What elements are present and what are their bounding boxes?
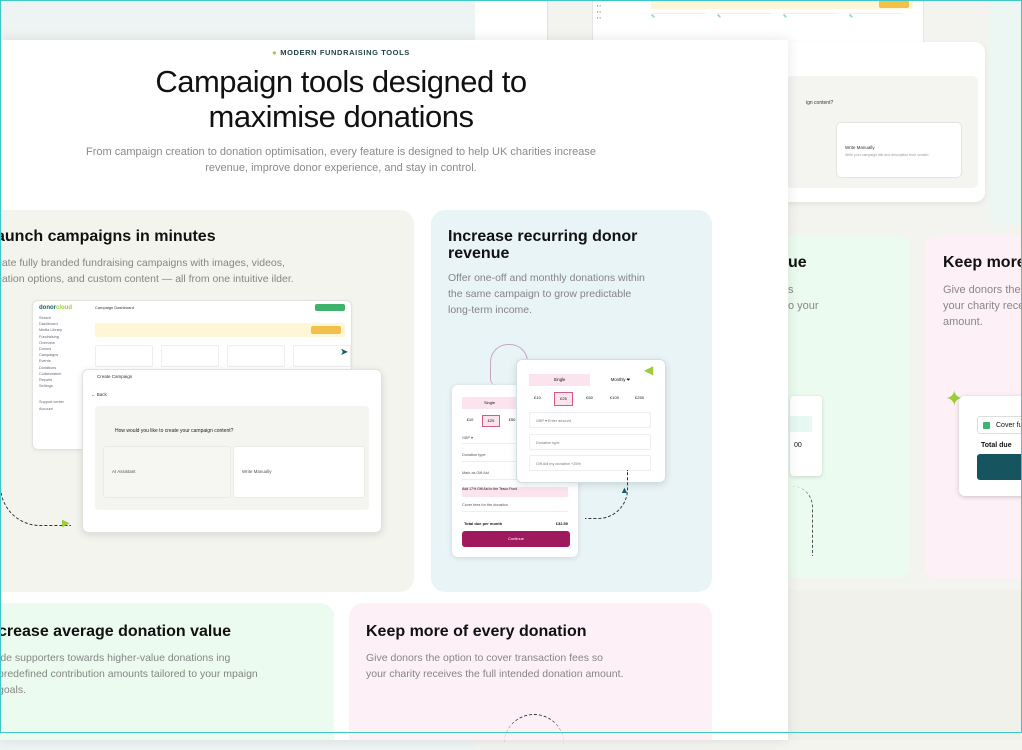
dashboard-header: Campaign Dashboard (95, 305, 134, 310)
create-campaign-modal: Create Campaign ← Back How would you lik… (82, 369, 382, 533)
eyebrow: ● MODERN FUNDRAISING TOOLS (272, 48, 410, 57)
donorcloud-logo: donorcloud (39, 305, 72, 311)
card-body: Offer one-off and monthly donations with… (448, 272, 645, 316)
page-title: Campaign tools designed to maximise donat… (155, 64, 527, 134)
cover-fees-checkbox: Cover fu (977, 416, 1022, 434)
background-create-card: ign content? Write Manually Write your c… (760, 42, 985, 202)
background-nav: ▪ ▪ ▪ ▪ ▪ ▪ (597, 3, 601, 20)
background-green-card: ue so your 00 (780, 236, 910, 578)
cover-fees-row: Cover fees for the donation (462, 503, 568, 512)
donation-type-select: Donation type (529, 434, 651, 450)
background-banner (651, 0, 913, 9)
background-green-text: so your (788, 284, 819, 312)
total-value: £32.50 (555, 521, 568, 526)
card-average-donation: crease average donation value ide suppor… (0, 603, 334, 740)
amount-input: GBP ▾ Enter amount (529, 412, 651, 428)
cursor-icon: ➤ (340, 347, 349, 358)
new-campaign-button (315, 304, 345, 311)
card-body: eate fully branded fundraising campaigns… (0, 257, 294, 285)
arrow-icon: ▶ (62, 518, 70, 529)
amount-options: £10 £25 £50 £100 £250 (529, 392, 648, 406)
total-label: Total due per month (464, 521, 503, 526)
dashboard-sidebar: Search Dashboard Media Library Fundraising O… (39, 316, 64, 411)
background-pink-text: Give donors the your charity rece amount. (943, 284, 1022, 328)
background-continue-button (977, 454, 1022, 480)
modal-question: How would you like to create your campai… (115, 428, 234, 434)
background-option: Write Manually Write your campaign title… (836, 122, 962, 178)
background-strip (475, 0, 548, 40)
background-pink-card: Keep more Give donors the your charity re… (925, 236, 1022, 578)
continue-button: Continue (462, 531, 570, 547)
card-body: ide supporters towards higher-value dona… (0, 652, 258, 696)
card-title: aunch campaigns in minutes (0, 228, 216, 245)
background-green-title: ue (788, 254, 807, 271)
background-question: ign content? (806, 100, 834, 106)
arrow-icon: ▲ (620, 485, 629, 495)
dashboard-banner (95, 323, 345, 337)
card-title: Increase recurring donor revenue (448, 228, 638, 262)
option-write-manually: Write Manually (233, 446, 365, 498)
dashboard-stats (95, 345, 351, 367)
page-subtitle: From campaign creation to donation optim… (86, 146, 596, 174)
card-title: Keep more of every donation (366, 623, 587, 640)
card-title: crease average donation value (0, 623, 231, 640)
modal-title: Create Campaign (97, 374, 133, 379)
background-stats: ✎ ✎ ✎ ✎ (651, 13, 903, 36)
background-dashed-line (792, 486, 813, 556)
modal-content: How would you like to create your campai… (95, 406, 369, 510)
option-ai-assistant: AI Assistant (103, 446, 231, 498)
gift-aid-select: Gift Aid my donation +25% (529, 455, 651, 471)
back-link: ← Back (91, 392, 107, 397)
background-bottom (780, 590, 1022, 740)
amount-options: £10 £25 £50 (462, 415, 520, 427)
background-fee-widget: Cover fu Total due (959, 396, 1022, 496)
background-green-widget: 00 (790, 396, 822, 476)
background-right-card (990, 0, 1022, 225)
gift-aid-notice: Add 17% Gift Aid to the Tesco Fund (462, 487, 568, 497)
background-pink-title: Keep more (943, 254, 1022, 271)
frequency-tabs: Single Monthly ❤ (529, 374, 651, 386)
donation-form-front: Single Monthly ❤ £10 £25 £50 £100 £250 GBP ▾ … (516, 359, 666, 483)
total-due-label: Total due (981, 442, 1012, 449)
arrow-icon: ◀ (644, 363, 654, 377)
card-body: Give donors the option to cover transact… (366, 652, 624, 680)
